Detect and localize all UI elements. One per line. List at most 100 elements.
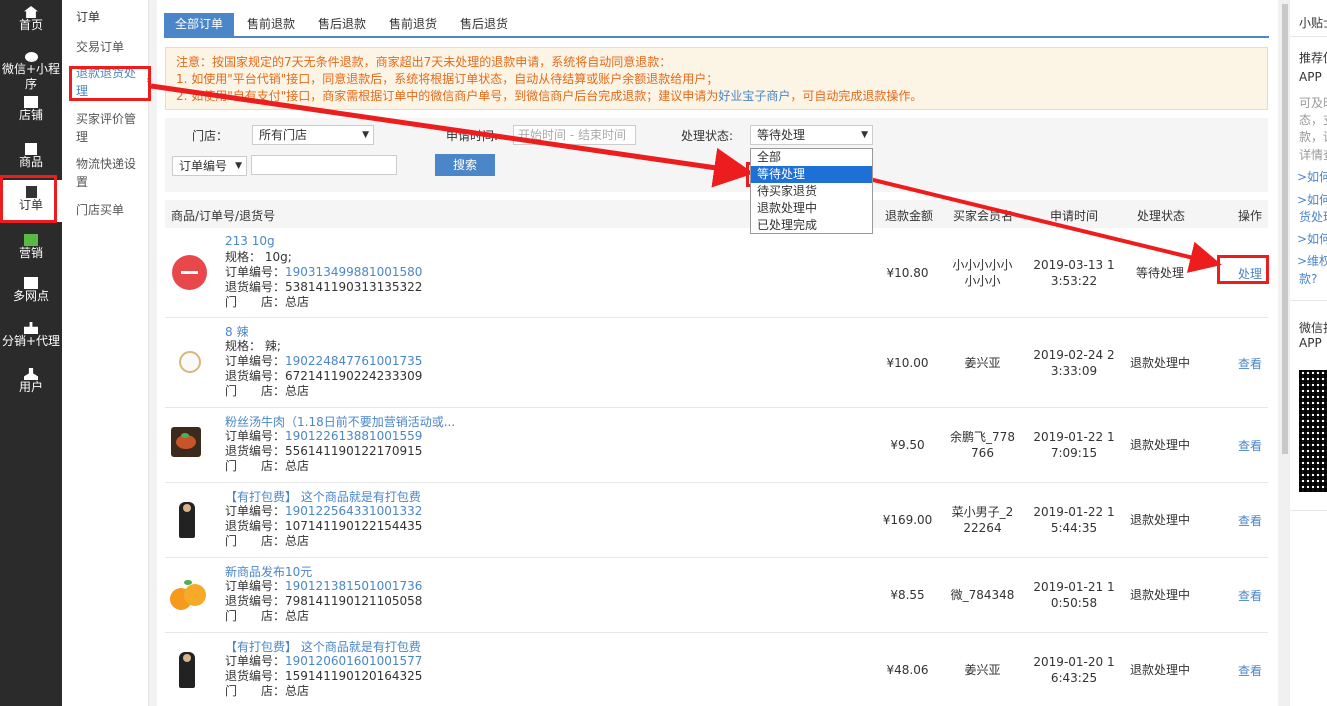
nav-user[interactable]: 用户 xyxy=(0,368,62,402)
tip-link[interactable]: 款? xyxy=(1299,270,1317,287)
notice-line-1: 注意：按国家规定的7天无条件退款，商家超出7天未处理的退款申请，系统将自动同意退… xyxy=(176,55,672,69)
home-icon xyxy=(24,6,38,18)
tip-link[interactable]: 货处理 xyxy=(1299,208,1327,225)
view-link[interactable]: 查看 xyxy=(1230,662,1270,679)
view-link[interactable]: 查看 xyxy=(1230,587,1270,604)
nav-product[interactable]: 商品 xyxy=(0,143,62,177)
sub-nav-refunds-label: 退款退货处理 xyxy=(76,66,137,98)
refund-amount: ¥8.55 xyxy=(890,588,925,602)
tip-link[interactable]: >维权 xyxy=(1297,252,1327,269)
process-status: 等待处理 xyxy=(1135,266,1184,280)
tips-recommend: 推荐使 xyxy=(1299,51,1327,65)
sub-nav-refunds[interactable]: 退款退货处理 › xyxy=(76,64,150,100)
wechat-icon xyxy=(24,52,38,62)
product-name[interactable]: 8 辣 xyxy=(225,323,248,340)
search-button[interactable]: 搜索 xyxy=(435,154,495,176)
notice-line-2: 1. 如使用"平台代销"接口，同意退款后，系统将根据订单状态，自动从待结算或账户… xyxy=(176,72,719,86)
notice-box: 注意：按国家规定的7天无条件退款，商家超出7天未处理的退款申请，系统将自动同意退… xyxy=(165,47,1268,110)
apply-time: 2019-01-20 1 6:43:25 xyxy=(1033,655,1115,685)
product-thumbnail xyxy=(171,427,201,457)
order-number[interactable]: 190121381501001736 xyxy=(285,579,422,593)
nav-distribution[interactable]: 分销+代理 xyxy=(0,322,62,356)
header-amount: 退款金额 xyxy=(885,209,934,223)
buyer-name: 姜兴亚 xyxy=(964,663,1001,677)
status-option-all[interactable]: 全部 xyxy=(751,149,872,166)
product-meta: 订单编号：190122613881001559 退货编号：55614119012… xyxy=(225,429,423,473)
sub-nav-store-checkout[interactable]: 门店买单 xyxy=(76,201,144,219)
apply-time: 2019-03-13 1 3:53:22 xyxy=(1033,258,1115,288)
order-number[interactable]: 190120601601001577 xyxy=(285,654,422,668)
sub-nav-reviews[interactable]: 买家评价管理 xyxy=(76,110,144,146)
date-range-input[interactable]: 开始时间 - 结束时间 xyxy=(513,125,636,145)
buyer-name: 菜小男子_2 22264 xyxy=(951,505,1014,535)
tab-presale-return[interactable]: 售前退货 xyxy=(378,13,448,36)
tip-link[interactable]: >如何 xyxy=(1297,230,1327,247)
view-link[interactable]: 查看 xyxy=(1230,355,1270,372)
tips-app-2: APP xyxy=(1299,336,1322,350)
store-icon xyxy=(24,96,38,108)
apply-time: 2019-01-22 1 7:09:15 xyxy=(1033,430,1115,460)
order-number[interactable]: 190313499881001580 xyxy=(285,265,422,279)
tip-link[interactable]: >如何 xyxy=(1297,168,1327,185)
status-select[interactable]: 等待处理 ▼ xyxy=(750,125,873,145)
main-panel: 全部订单 售前退款 售后退款 售前退货 售后退货 注意：按国家规定的7天无条件退… xyxy=(157,0,1278,706)
nav-wechat[interactable]: 微信+小程序 xyxy=(0,52,62,102)
tips-wechat: 微信扫 xyxy=(1299,321,1327,335)
status-option-pending[interactable]: 等待处理 xyxy=(751,166,872,183)
nav-order[interactable]: 订单 xyxy=(0,180,62,222)
order-type-select[interactable]: 订单编号 ▼ xyxy=(172,156,247,176)
status-option-done[interactable]: 已处理完成 xyxy=(751,217,872,234)
view-link[interactable]: 查看 xyxy=(1230,437,1270,454)
buyer-name: 余鹏飞_778 766 xyxy=(950,430,1015,460)
status-option-refunding[interactable]: 退款处理中 xyxy=(751,200,872,217)
process-link[interactable]: 处理 xyxy=(1230,265,1270,282)
product-thumbnail xyxy=(179,502,195,538)
product-name[interactable]: 【有打包费】 这个商品就是有打包费 xyxy=(225,638,421,655)
view-link[interactable]: 查看 xyxy=(1230,512,1270,529)
product-name[interactable]: 【有打包费】 这个商品就是有打包费 xyxy=(225,488,421,505)
process-status: 退款处理中 xyxy=(1129,438,1190,452)
apply-time: 2019-01-21 1 0:50:58 xyxy=(1033,580,1115,610)
tab-bar: 全部订单 售前退款 售后退款 售前退货 售后退货 xyxy=(164,13,1269,38)
return-number: 159141190120164325 xyxy=(285,669,423,683)
product-thumbnail xyxy=(170,580,208,612)
product-name[interactable]: 粉丝汤牛肉（1.18日前不要加营销活动或... xyxy=(225,413,455,430)
tab-aftersale-return[interactable]: 售后退货 xyxy=(449,13,519,36)
sub-nav-title: 订单 xyxy=(76,10,101,24)
order-number[interactable]: 190224847761001735 xyxy=(285,354,422,368)
tab-aftersale-refund[interactable]: 售后退款 xyxy=(307,13,377,36)
order-number-input[interactable] xyxy=(251,155,397,175)
table-row: 粉丝汤牛肉（1.18日前不要加营销活动或... 订单编号：19012261388… xyxy=(165,408,1268,483)
nav-store[interactable]: 店铺 xyxy=(0,96,62,130)
order-number[interactable]: 190122564331001332 xyxy=(285,504,422,518)
tab-all-orders[interactable]: 全部订单 xyxy=(164,13,234,36)
merchant-link[interactable]: 好业宝子商户 xyxy=(718,89,790,103)
nav-marketing[interactable]: 营销 xyxy=(0,234,62,268)
date-label: 申请时间: xyxy=(446,129,499,143)
nav-branches[interactable]: 多网点 xyxy=(0,277,62,311)
main-nav: 首页 微信+小程序 店铺 商品 订单 营销 多网点 分销+代理 用户 xyxy=(0,0,62,706)
tip-link[interactable]: >如何 xyxy=(1297,191,1327,208)
store-select[interactable]: 所有门店 ▼ xyxy=(252,125,374,145)
status-option-await-return[interactable]: 待买家退货 xyxy=(751,183,872,200)
product-name[interactable]: 新商品发布10元 xyxy=(225,563,312,580)
refund-amount: ¥10.80 xyxy=(886,266,929,280)
nav-home[interactable]: 首页 xyxy=(0,6,62,42)
header-status: 处理状态 xyxy=(1137,209,1186,223)
product-name[interactable]: 213 10g xyxy=(225,234,275,248)
sub-nav-shipping[interactable]: 物流快递设置 xyxy=(76,155,144,191)
tab-presale-refund[interactable]: 售前退款 xyxy=(236,13,306,36)
scrollbar-thumb[interactable] xyxy=(1282,4,1288,454)
sub-nav-trade-orders[interactable]: 交易订单 xyxy=(76,38,144,56)
store-label: 门店： xyxy=(192,129,229,143)
marketing-icon xyxy=(24,234,38,246)
notice-line-3: 2. 如使用"自有支付"接口，商家需根据订单中的微信商户单号，到微信商户后台完成… xyxy=(176,89,923,103)
product-meta: 规格： 辣; 订单编号：190224847761001735 退货编号：6721… xyxy=(225,339,423,398)
tips-app: APP xyxy=(1299,70,1322,84)
buyer-name: 小小小小小 小小小 xyxy=(952,258,1013,288)
caret-down-icon: ▼ xyxy=(235,161,242,171)
order-number[interactable]: 190122613881001559 xyxy=(285,429,422,443)
table-header: 商品/订单号/退货号 退款金额 买家会员名 申请时间 处理状态 操作 xyxy=(165,200,1268,228)
qr-code-icon xyxy=(1299,370,1327,492)
scrollbar[interactable] xyxy=(1280,0,1290,706)
